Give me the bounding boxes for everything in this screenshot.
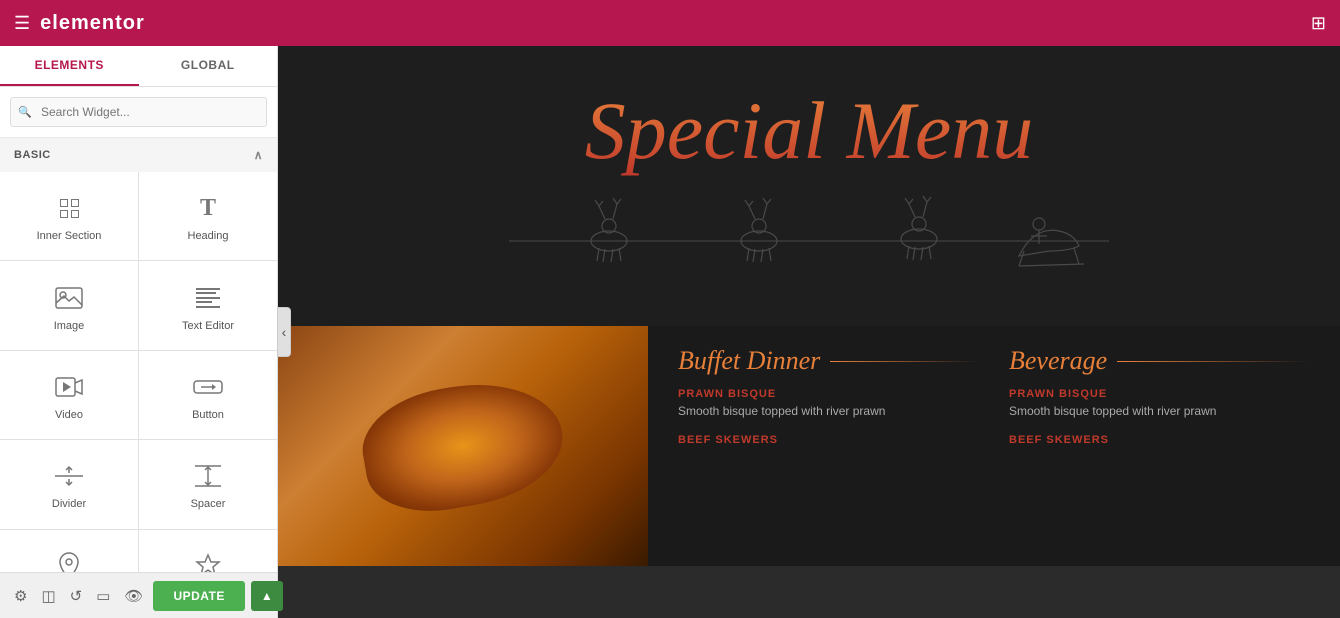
settings-icon[interactable]: ⚙ xyxy=(10,583,31,609)
widget-text-editor-label: Text Editor xyxy=(182,320,234,332)
hamburger-icon[interactable]: ☰ xyxy=(14,13,30,34)
widget-spacer-label: Spacer xyxy=(191,498,226,510)
chevron-down-icon: ∧ xyxy=(254,148,263,162)
menu-column-beverage: Beverage PRAWN BISQUE Smooth bisque topp… xyxy=(1009,346,1310,546)
update-arrow-button[interactable]: ▲ xyxy=(251,581,283,611)
widget-heading[interactable]: T Heading xyxy=(139,172,277,260)
search-wrapper xyxy=(10,97,267,127)
basic-section-label[interactable]: BASIC ∧ xyxy=(0,138,277,172)
widget-inner-section-label: Inner Section xyxy=(37,230,102,242)
tab-elements[interactable]: ELEMENTS xyxy=(0,46,139,86)
heading-icon: T xyxy=(193,194,223,222)
responsive-icon[interactable]: ▭ xyxy=(92,583,114,609)
widget-text-editor[interactable]: Text Editor xyxy=(139,261,277,349)
search-container xyxy=(0,87,277,138)
top-header: ☰ elementor ⊞ xyxy=(0,0,1340,46)
menu-category-buffet: Buffet Dinner xyxy=(678,346,979,376)
update-button[interactable]: UPDATE xyxy=(153,581,244,611)
menu-section: Buffet Dinner PRAWN BISQUE Smooth bisque… xyxy=(278,326,1340,566)
sidebar-tabs: ELEMENTS GLOBAL xyxy=(0,46,277,87)
widget-heading-label: Heading xyxy=(188,230,229,242)
menu-item-beef-skewers-name: BEEF SKEWERS xyxy=(678,434,979,446)
history-icon[interactable]: ↺ xyxy=(66,583,87,609)
widget-image-label: Image xyxy=(54,320,85,332)
preview-icon[interactable]: 👁 xyxy=(120,583,147,609)
menu-title: Special Menu xyxy=(585,86,1034,176)
reindeer-decoration xyxy=(338,176,1280,286)
widget-spacer[interactable]: Spacer xyxy=(139,440,277,528)
food-image xyxy=(278,326,648,566)
widget-video-label: Video xyxy=(55,409,83,421)
basic-label-text: BASIC xyxy=(14,149,51,161)
button-icon xyxy=(193,373,223,401)
widget-divider[interactable]: Divider xyxy=(0,440,138,528)
image-icon xyxy=(54,284,84,312)
search-input[interactable] xyxy=(10,97,267,127)
menu-item-prawn-bisque-2-desc: Smooth bisque topped with river prawn xyxy=(1009,403,1310,420)
sidebar: ELEMENTS GLOBAL BASIC ∧ xyxy=(0,46,278,618)
widget-image[interactable]: Image xyxy=(0,261,138,349)
menu-item-prawn-bisque-desc: Smooth bisque topped with river prawn xyxy=(678,403,979,420)
header-left: ☰ elementor xyxy=(14,12,145,35)
inner-section-icon xyxy=(54,194,84,222)
food-shape xyxy=(354,370,572,523)
tab-global[interactable]: GLOBAL xyxy=(139,46,278,86)
menu-columns: Buffet Dinner PRAWN BISQUE Smooth bisque… xyxy=(648,326,1340,566)
spacer-icon xyxy=(193,462,223,490)
elementor-logo: elementor xyxy=(40,12,145,35)
text-editor-icon xyxy=(193,284,223,312)
canvas-content: Special Menu xyxy=(278,46,1340,618)
menu-category-beverage: Beverage xyxy=(1009,346,1310,376)
menu-item-beef-skewers-2-name: BEEF SKEWERS xyxy=(1009,434,1310,446)
collapse-handle[interactable] xyxy=(277,307,291,357)
menu-item-prawn-bisque-2-name: PRAWN BISQUE xyxy=(1009,388,1310,400)
menu-hero: Special Menu xyxy=(278,46,1340,326)
widget-inner-section[interactable]: Inner Section xyxy=(0,172,138,260)
video-icon xyxy=(54,373,84,401)
main-layout: ELEMENTS GLOBAL BASIC ∧ xyxy=(0,46,1340,618)
layers-icon[interactable]: ◫ xyxy=(37,583,59,609)
grid-icon[interactable]: ⊞ xyxy=(1311,13,1326,34)
menu-column-buffet: Buffet Dinner PRAWN BISQUE Smooth bisque… xyxy=(678,346,979,546)
widget-button[interactable]: Button xyxy=(139,351,277,439)
canvas: Special Menu xyxy=(278,46,1340,618)
widgets-grid: Inner Section T Heading Image xyxy=(0,172,277,618)
widget-video[interactable]: Video xyxy=(0,351,138,439)
widget-divider-label: Divider xyxy=(52,498,86,510)
widget-button-label: Button xyxy=(192,409,224,421)
divider-icon xyxy=(54,462,84,490)
menu-item-prawn-bisque-name: PRAWN BISQUE xyxy=(678,388,979,400)
bottom-toolbar: ⚙ ◫ ↺ ▭ 👁 UPDATE ▲ xyxy=(0,572,277,618)
